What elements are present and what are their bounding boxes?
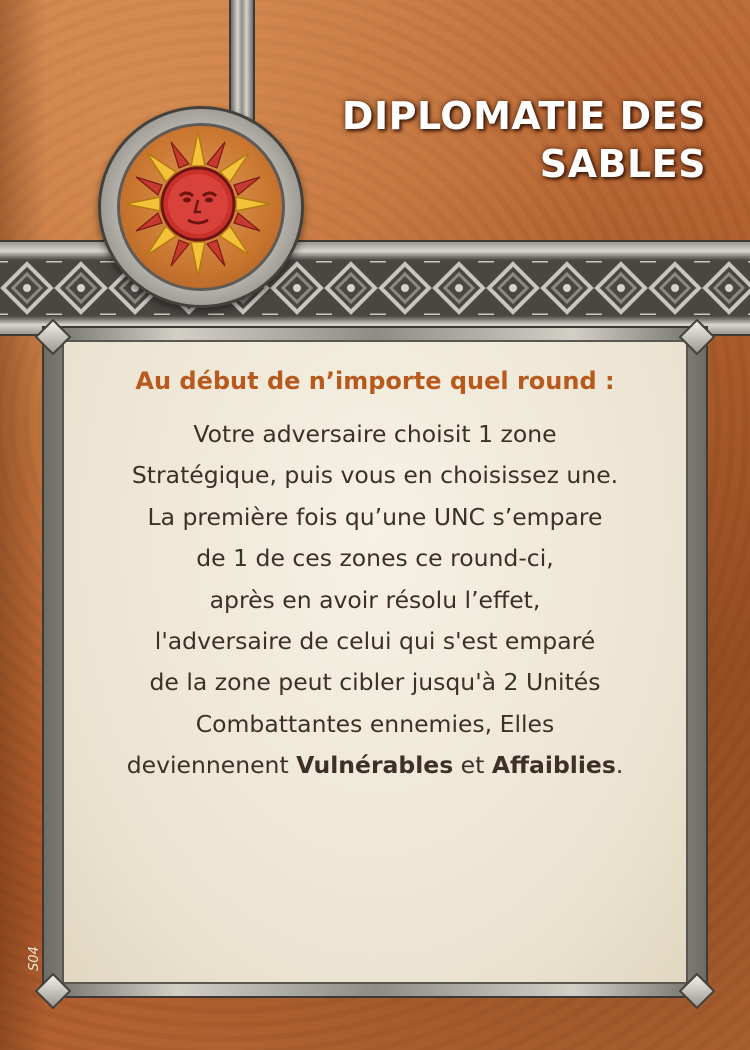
effect-line-7: de la zone peut cibler jusqu'à 2 Unités <box>149 668 601 697</box>
sun-face-icon <box>125 131 271 277</box>
effect-line-9-middle: et <box>453 751 492 780</box>
keyword-affaiblies: Affaiblies <box>491 751 616 780</box>
keyword-vulnerables: Vulnérables <box>296 751 454 780</box>
effect-line-3: La première fois qu’une UNC s’empare <box>147 502 603 531</box>
effect-line-9: deviennenent Vulnérables et Affaiblies. <box>74 745 676 786</box>
lattice-ornament <box>0 261 750 315</box>
card-effect-text: Votre adversaire choisit 1 zone Stratégi… <box>74 414 676 787</box>
faction-medallion <box>98 106 304 308</box>
medallion-center <box>117 123 285 291</box>
effect-line-9-prefix: deviennenent <box>126 751 297 780</box>
effect-line-4: de 1 de ces zones ce round-ci, <box>196 544 554 573</box>
effect-line-8: Combattantes ennemies, Elles <box>195 709 555 738</box>
effect-line-6: l'adversaire de celui qui s'est emparé <box>154 627 596 656</box>
effect-line-9-suffix: . <box>615 751 624 780</box>
card-title-line-2: SABLES <box>539 142 706 186</box>
effect-line-2: Stratégique, puis vous en choisissez une… <box>131 461 619 490</box>
card-title-line-1: DIPLOMATIE DES <box>341 94 706 138</box>
tactics-card: DIPLOMATIE DES SABLES Au début de n’impo… <box>0 0 750 1050</box>
effect-line-5: après en avoir résolu l’effet, <box>209 585 541 614</box>
trigger-heading: Au début de n’importe quel round : <box>135 367 615 395</box>
effect-line-1: Votre adversaire choisit 1 zone <box>193 420 557 448</box>
card-edge-shade <box>0 0 46 1050</box>
card-title: DIPLOMATIE DES SABLES <box>286 92 706 188</box>
card-code: S04 <box>27 946 42 971</box>
